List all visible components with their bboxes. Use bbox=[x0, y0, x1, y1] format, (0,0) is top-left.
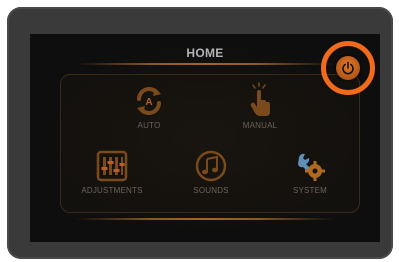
bottom-divider bbox=[75, 218, 335, 220]
device-frame: HOME A AUTO MANUAL ADJUSTMENTS SOUNDS SY… bbox=[7, 7, 393, 259]
tile-system-label: SYSTEM bbox=[292, 186, 328, 195]
tile-sounds-label: SOUNDS bbox=[193, 186, 229, 195]
sliders-icon bbox=[96, 150, 128, 182]
tile-auto[interactable]: A AUTO bbox=[104, 84, 194, 130]
tile-auto-label: AUTO bbox=[137, 121, 161, 130]
power-icon bbox=[342, 61, 354, 75]
svg-text:A: A bbox=[145, 97, 152, 108]
tile-manual-label: MANUAL bbox=[242, 121, 278, 130]
tile-system[interactable]: SYSTEM bbox=[265, 149, 355, 195]
title-divider bbox=[75, 63, 335, 65]
tile-adjustments-label: ADJUSTMENTS bbox=[81, 186, 143, 195]
tap-hand-icon bbox=[250, 82, 270, 116]
power-button[interactable] bbox=[336, 56, 360, 80]
music-note-icon bbox=[195, 150, 227, 182]
tile-manual[interactable]: MANUAL bbox=[215, 82, 305, 130]
auto-cycle-icon: A bbox=[137, 87, 161, 115]
tile-sounds[interactable]: SOUNDS bbox=[166, 149, 256, 195]
tile-adjustments[interactable]: ADJUSTMENTS bbox=[67, 149, 157, 195]
wrench-gear-icon bbox=[298, 153, 325, 181]
